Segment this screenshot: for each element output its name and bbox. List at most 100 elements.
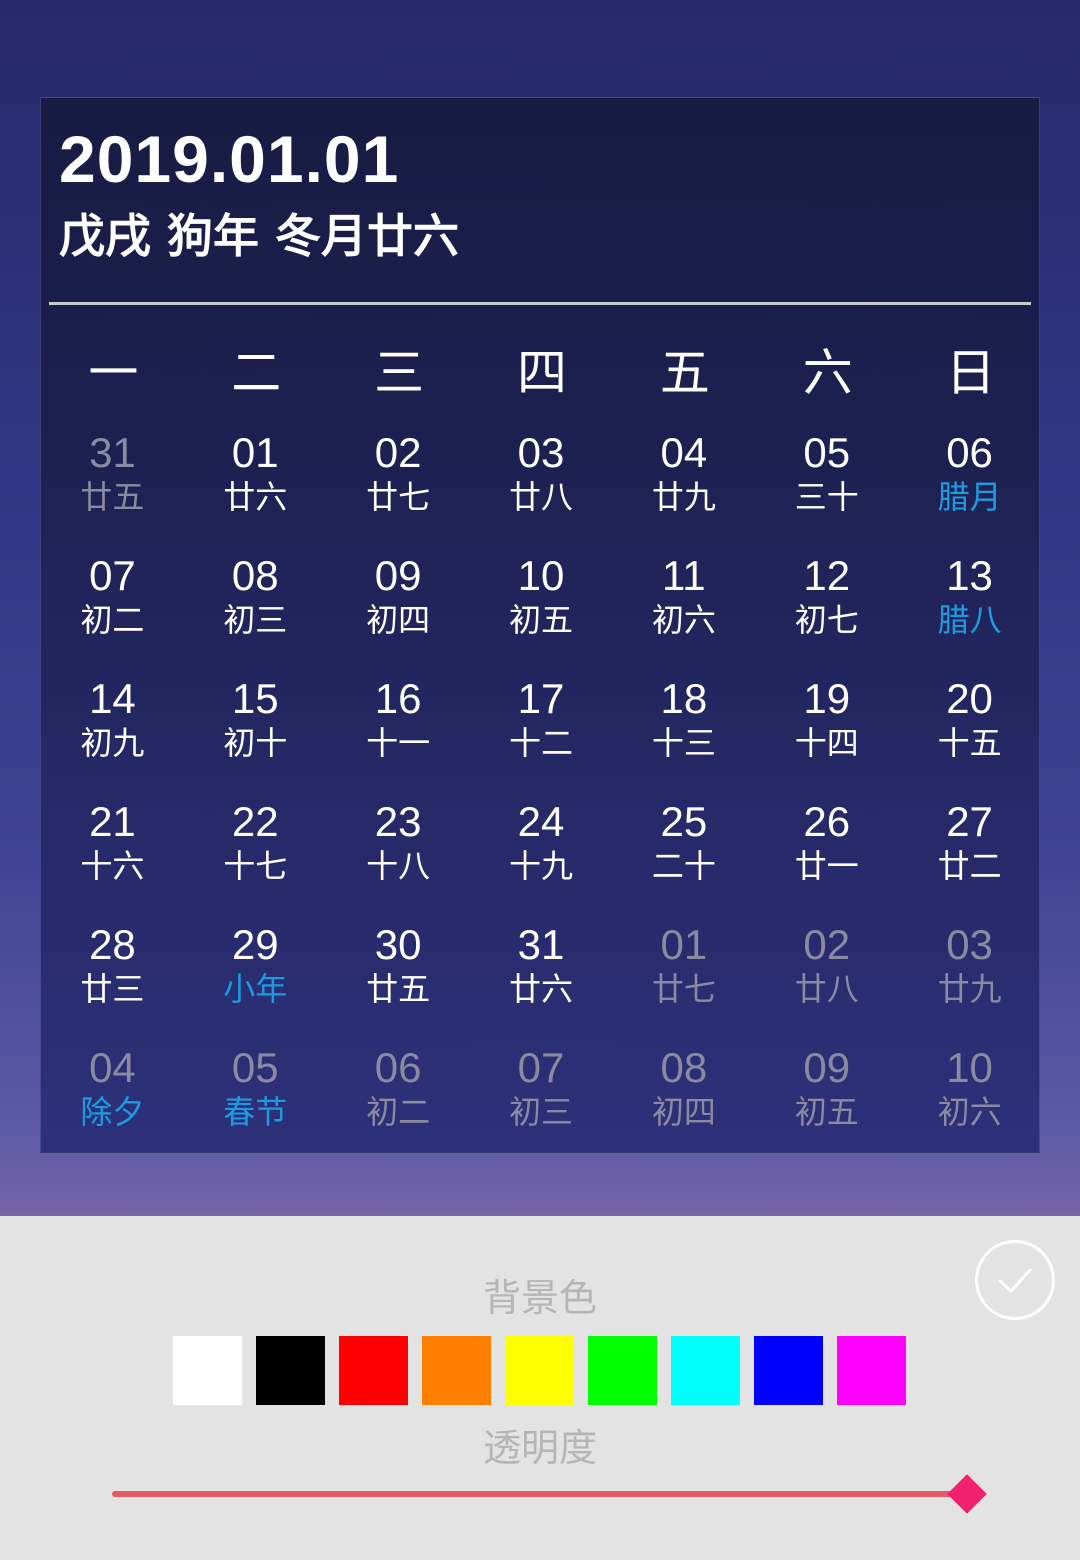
lunar-day: 初三 xyxy=(508,1093,573,1131)
color-swatch[interactable] xyxy=(588,1336,657,1405)
day-cell[interactable]: 31 廿五 xyxy=(41,425,184,548)
day-cell[interactable]: 10 初五 xyxy=(470,548,613,671)
color-swatch[interactable] xyxy=(339,1336,408,1405)
day-cell[interactable]: 26 廿一 xyxy=(755,794,898,917)
day-cell[interactable]: 15 初十 xyxy=(184,671,327,794)
day-cell[interactable]: 01 廿六 xyxy=(184,425,327,548)
day-cell[interactable]: 07 初三 xyxy=(470,1040,613,1163)
day-cell[interactable]: 06 腊月 xyxy=(898,425,1041,548)
day-number: 12 xyxy=(803,552,851,599)
day-number: 09 xyxy=(803,1044,851,1091)
day-cell[interactable]: 16 十一 xyxy=(327,671,470,794)
day-cell[interactable]: 04 除夕 xyxy=(41,1040,184,1163)
current-date: 2019.01.01 xyxy=(59,122,400,196)
color-swatch[interactable] xyxy=(505,1336,574,1405)
lunar-day: 十八 xyxy=(366,847,431,885)
divider xyxy=(49,302,1031,305)
day-cell[interactable]: 31 廿六 xyxy=(470,917,613,1040)
day-cell[interactable]: 25 二十 xyxy=(612,794,755,917)
day-cell[interactable]: 03 廿九 xyxy=(898,917,1041,1040)
lunar-day: 廿六 xyxy=(223,478,288,516)
lunar-day: 初三 xyxy=(223,601,288,639)
day-number: 04 xyxy=(660,429,708,476)
lunar-day: 十一 xyxy=(366,724,431,762)
color-swatch[interactable] xyxy=(422,1336,491,1405)
day-number: 31 xyxy=(517,921,565,968)
opacity-slider-track[interactable] xyxy=(112,1491,972,1497)
day-cell[interactable]: 11 初六 xyxy=(612,548,755,671)
day-cell[interactable]: 12 初七 xyxy=(755,548,898,671)
color-swatch[interactable] xyxy=(754,1336,823,1405)
day-cell[interactable]: 24 十九 xyxy=(470,794,613,917)
lunar-day: 十九 xyxy=(508,847,573,885)
day-cell[interactable]: 18 十三 xyxy=(612,671,755,794)
lunar-day: 初二 xyxy=(80,601,145,639)
day-cell[interactable]: 04 廿九 xyxy=(612,425,755,548)
lunar-day: 初四 xyxy=(366,601,431,639)
lunar-day: 十四 xyxy=(794,724,859,762)
day-number: 06 xyxy=(946,429,993,476)
day-cell[interactable]: 28 廿三 xyxy=(41,917,184,1040)
lunar-day: 腊月 xyxy=(937,478,1002,516)
day-cell[interactable]: 01 廿七 xyxy=(612,917,755,1040)
day-cell[interactable]: 17 十二 xyxy=(470,671,613,794)
color-swatch[interactable] xyxy=(837,1336,906,1405)
day-cell[interactable]: 20 十五 xyxy=(898,671,1041,794)
lunar-day: 十三 xyxy=(651,724,716,762)
day-cell[interactable]: 10 初六 xyxy=(898,1040,1041,1163)
day-cell[interactable]: 03 廿八 xyxy=(470,425,613,548)
color-swatch[interactable] xyxy=(256,1336,325,1405)
lunar-day: 十七 xyxy=(223,847,288,885)
lunar-day: 廿六 xyxy=(508,970,573,1008)
lunar-day: 初二 xyxy=(366,1093,431,1131)
day-cell[interactable]: 08 初四 xyxy=(612,1040,755,1163)
day-cell[interactable]: 09 初四 xyxy=(327,548,470,671)
day-cell[interactable]: 22 十七 xyxy=(184,794,327,917)
day-cell[interactable]: 02 廿八 xyxy=(755,917,898,1040)
day-number: 06 xyxy=(374,1044,422,1091)
day-cell[interactable]: 29 小年 xyxy=(184,917,327,1040)
color-swatch[interactable] xyxy=(671,1336,740,1405)
day-cell[interactable]: 07 初二 xyxy=(41,548,184,671)
day-cell[interactable]: 08 初三 xyxy=(184,548,327,671)
lunar-day: 初四 xyxy=(651,1093,716,1131)
day-cell[interactable]: 14 初九 xyxy=(41,671,184,794)
day-number: 28 xyxy=(89,921,136,968)
day-number: 19 xyxy=(803,675,851,722)
lunar-day: 廿八 xyxy=(508,478,573,516)
day-number: 22 xyxy=(231,798,279,845)
day-cell[interactable]: 21 十六 xyxy=(41,794,184,917)
lunar-day: 廿五 xyxy=(366,970,431,1008)
weekday-label: 五 xyxy=(659,344,710,402)
lunar-date: 戊戌 狗年 冬月廿六 xyxy=(59,209,460,263)
lunar-day: 初十 xyxy=(223,724,288,762)
day-number: 09 xyxy=(374,552,422,599)
lunar-day: 廿一 xyxy=(794,847,859,885)
day-cell[interactable]: 02 廿七 xyxy=(327,425,470,548)
lunar-day: 二十 xyxy=(651,847,716,885)
day-number: 26 xyxy=(803,798,851,845)
lunar-day: 廿八 xyxy=(794,970,859,1008)
color-swatches xyxy=(173,1336,906,1405)
day-number: 02 xyxy=(374,429,422,476)
day-number: 05 xyxy=(803,429,851,476)
day-number: 27 xyxy=(946,798,993,845)
lunar-day: 三十 xyxy=(794,478,859,516)
lunar-day: 廿五 xyxy=(80,478,145,516)
day-cell[interactable]: 23 十八 xyxy=(327,794,470,917)
day-number: 29 xyxy=(231,921,279,968)
day-cell[interactable]: 13 腊八 xyxy=(898,548,1041,671)
weekday-label: 二 xyxy=(231,344,282,402)
day-cell[interactable]: 05 春节 xyxy=(184,1040,327,1163)
day-cell[interactable]: 19 十四 xyxy=(755,671,898,794)
weekday-label: 三 xyxy=(374,344,425,402)
day-grid: 31 廿五 01 廿六 02 廿七 03 廿八 04 廿九 05 三十 06 腊月 07 初二 08 初三 09 初四… xyxy=(41,425,1041,1163)
day-number: 08 xyxy=(660,1044,708,1091)
day-number: 04 xyxy=(89,1044,136,1091)
color-swatch[interactable] xyxy=(173,1336,242,1405)
day-cell[interactable]: 30 廿五 xyxy=(327,917,470,1040)
day-cell[interactable]: 27 廿二 xyxy=(898,794,1041,917)
day-cell[interactable]: 06 初二 xyxy=(327,1040,470,1163)
day-cell[interactable]: 05 三十 xyxy=(755,425,898,548)
day-cell[interactable]: 09 初五 xyxy=(755,1040,898,1163)
